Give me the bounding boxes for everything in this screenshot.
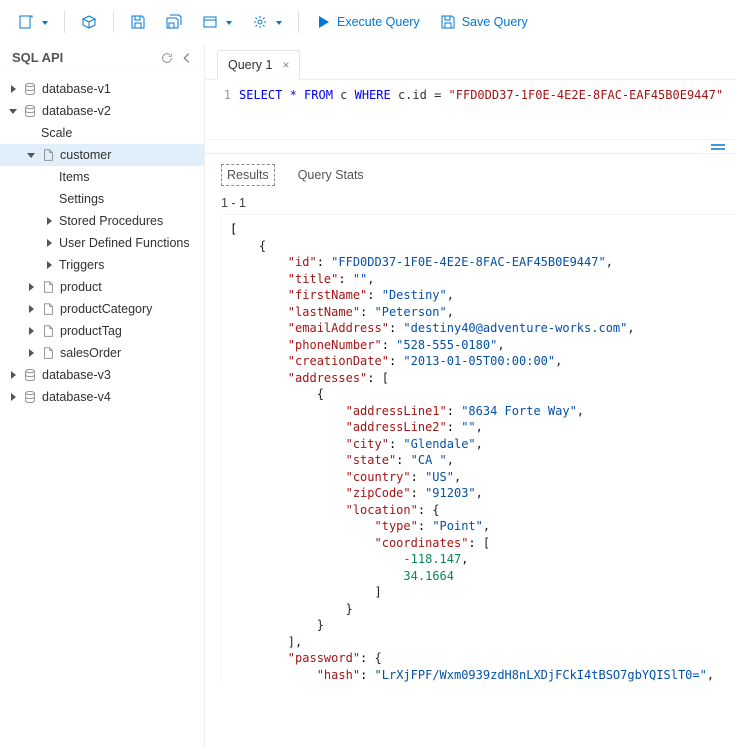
database-icon — [23, 368, 37, 382]
chevron-down-icon — [226, 21, 232, 25]
pane-splitter[interactable] — [205, 140, 736, 154]
database-icon — [23, 104, 37, 118]
collection-icon — [41, 324, 55, 338]
toolbar-sep — [113, 11, 114, 33]
tree-item-items[interactable]: Items — [0, 166, 204, 188]
tree-item-label: customer — [60, 148, 111, 162]
tree-item-label: database-v2 — [42, 104, 111, 118]
result-count: 1 - 1 — [205, 186, 736, 214]
chevron-right-icon — [26, 283, 36, 291]
collection-icon — [41, 302, 55, 316]
chevron-right-icon — [26, 327, 36, 335]
tree-item-database-v2[interactable]: database-v2 — [0, 100, 204, 122]
sidebar-header: SQL API — [0, 44, 204, 72]
sidebar: SQL API database-v1 database-v2 Scale custo… — [0, 44, 205, 747]
sql-line: SELECT * FROM c WHERE c.id = "FFD0DD37-1… — [239, 80, 729, 139]
json-results[interactable]: [ { "id": "FFD0DD37-1F0E-4E2E-8FAC-EAF45… — [221, 214, 736, 684]
save-icon-button[interactable] — [124, 8, 152, 36]
tab-bar: Query 1 × — [205, 44, 736, 80]
chevron-right-icon — [8, 393, 18, 401]
json-body: [ { "id": "FFD0DD37-1F0E-4E2E-8FAC-EAF45… — [230, 221, 736, 684]
tab-results[interactable]: Results — [221, 164, 275, 186]
tree-item-producttag[interactable]: productTag — [0, 320, 204, 342]
tree-item-user-defined-functions[interactable]: User Defined Functions — [0, 232, 204, 254]
main: SQL API database-v1 database-v2 Scale custo… — [0, 44, 736, 747]
tree-item-label: Items — [59, 170, 90, 184]
tree-item-label: Stored Procedures — [59, 214, 163, 228]
save-query-button[interactable]: Save Query — [434, 8, 534, 36]
tree-item-triggers[interactable]: Triggers — [0, 254, 204, 276]
tree-item-database-v1[interactable]: database-v1 — [0, 78, 204, 100]
execute-query-label: Execute Query — [337, 15, 420, 29]
tree-item-scale[interactable]: Scale — [0, 122, 204, 144]
tab-query-stats[interactable]: Query Stats — [293, 165, 369, 185]
collection-icon — [41, 148, 55, 162]
collection-icon — [41, 346, 55, 360]
tree-item-label: Triggers — [59, 258, 104, 272]
tree-item-label: database-v4 — [42, 390, 111, 404]
tree-item-customer[interactable]: customer — [0, 144, 204, 166]
sql-editor[interactable]: 1 SELECT * FROM c WHERE c.id = "FFD0DD37… — [205, 80, 736, 140]
tab-label: Query 1 — [228, 58, 272, 72]
sidebar-title: SQL API — [12, 50, 63, 65]
results-tabs: Results Query Stats — [205, 154, 736, 186]
tree-item-salesorder[interactable]: salesOrder — [0, 342, 204, 364]
refresh-icon[interactable] — [160, 51, 174, 65]
cube-button[interactable] — [75, 8, 103, 36]
tree-item-label: product — [60, 280, 102, 294]
chevron-down-icon — [26, 153, 36, 158]
tree-item-product[interactable]: product — [0, 276, 204, 298]
collection-icon — [41, 280, 55, 294]
tree-item-label: productCategory — [60, 302, 152, 316]
chevron-right-icon — [26, 305, 36, 313]
save-all-button[interactable] — [160, 8, 188, 36]
execute-query-button[interactable]: Execute Query — [309, 8, 426, 36]
database-icon — [23, 390, 37, 404]
settings-button[interactable] — [246, 8, 288, 36]
tree-item-label: database-v1 — [42, 82, 111, 96]
chevron-right-icon — [44, 261, 54, 269]
chevron-right-icon — [44, 239, 54, 247]
chevron-down-icon — [276, 21, 282, 25]
chevron-right-icon — [8, 371, 18, 379]
tree-item-stored-procedures[interactable]: Stored Procedures — [0, 210, 204, 232]
tree-item-label: User Defined Functions — [59, 236, 190, 250]
chevron-down-icon — [8, 109, 18, 114]
chevron-down-icon — [42, 21, 48, 25]
tree-item-label: database-v3 — [42, 368, 111, 382]
chevron-right-icon — [44, 217, 54, 225]
tree-item-label: productTag — [60, 324, 122, 338]
line-gutter: 1 — [205, 80, 239, 139]
editor-pane: Query 1 × 1 SELECT * FROM c WHERE c.id =… — [205, 44, 736, 747]
tree: database-v1 database-v2 Scale customer Items… — [0, 72, 204, 747]
chevron-right-icon — [26, 349, 36, 357]
tree-item-database-v4[interactable]: database-v4 — [0, 386, 204, 408]
save-query-label: Save Query — [462, 15, 528, 29]
chevron-right-icon — [8, 85, 18, 93]
open-button[interactable] — [196, 8, 238, 36]
close-icon[interactable]: × — [282, 58, 289, 72]
tree-item-settings[interactable]: Settings — [0, 188, 204, 210]
new-item-button[interactable] — [12, 8, 54, 36]
toolbar: Execute Query Save Query — [0, 0, 736, 44]
toolbar-sep — [64, 11, 65, 33]
database-icon — [23, 82, 37, 96]
tree-item-productcategory[interactable]: productCategory — [0, 298, 204, 320]
tree-item-label: Settings — [59, 192, 104, 206]
toolbar-sep — [298, 11, 299, 33]
collapse-icon[interactable] — [180, 51, 194, 65]
tree-item-label: salesOrder — [60, 346, 121, 360]
tree-item-database-v3[interactable]: database-v3 — [0, 364, 204, 386]
tab-query1[interactable]: Query 1 × — [217, 50, 300, 80]
tree-item-label: Scale — [41, 126, 72, 140]
